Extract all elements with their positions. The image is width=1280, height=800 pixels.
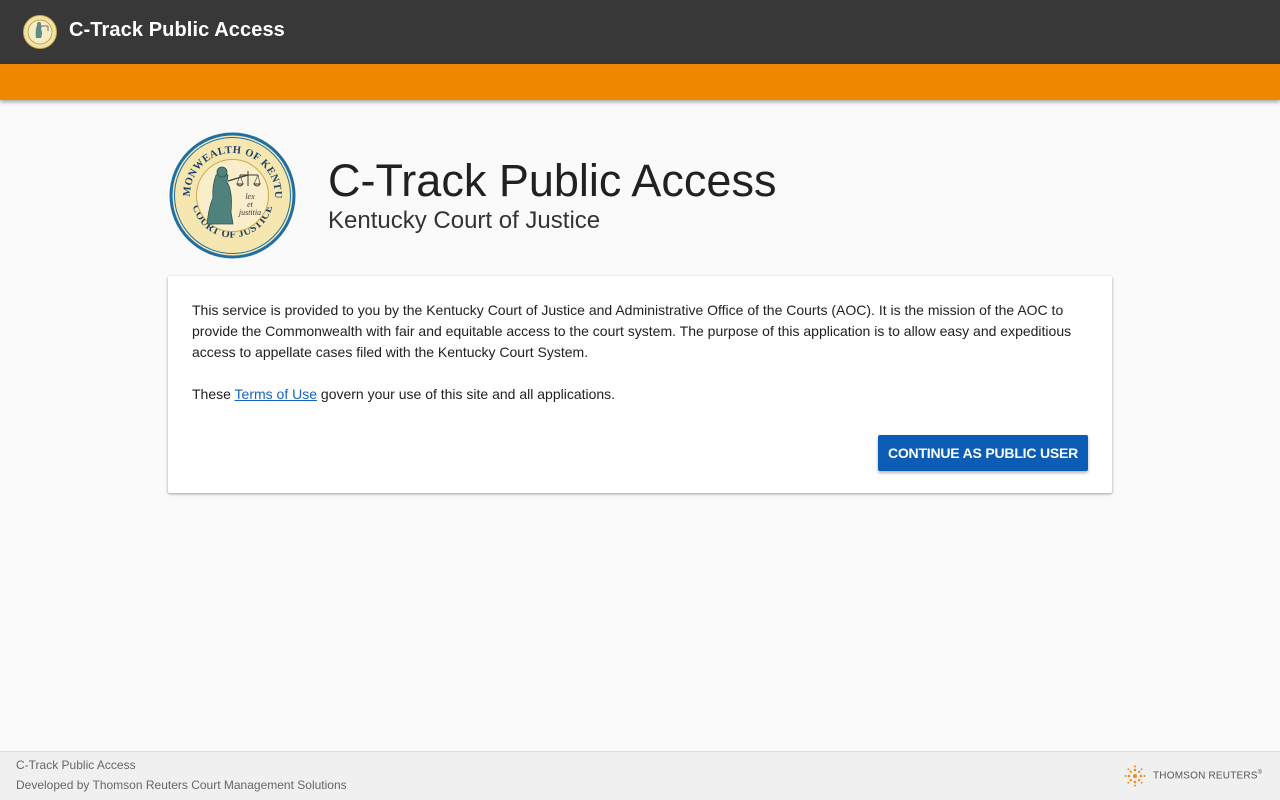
top-app-bar: C-Track Public Access: [0, 0, 1280, 64]
app-title: C-Track Public Access: [69, 19, 285, 41]
terms-prefix: These: [192, 386, 235, 402]
page-subtitle: Kentucky Court of Justice: [328, 207, 601, 234]
seal-motto-justitia: justitia: [238, 208, 261, 217]
service-description: This service is provided to you by the K…: [192, 302, 1072, 360]
terms-notice: These Terms of Use govern your use of th…: [192, 384, 615, 405]
continue-as-public-user-button[interactable]: CONTINUE AS PUBLIC USER: [878, 435, 1088, 471]
footer: C-Track Public Access Developed by Thoms…: [0, 751, 1280, 800]
footer-developer: Developed by Thomson Reuters Court Manag…: [16, 778, 347, 792]
page-title: C-Track Public Access: [328, 155, 777, 206]
kentucky-seal-icon[interactable]: [23, 15, 57, 49]
vendor-name: THOMSON REUTERS®: [1153, 770, 1263, 782]
footer-app-name: C-Track Public Access: [16, 758, 136, 772]
accent-bar: [0, 64, 1280, 100]
vendor-registered-mark: ®: [1257, 770, 1263, 777]
thomson-reuters-logo: THOMSON REUTERS®: [1124, 765, 1262, 787]
terms-of-use-link[interactable]: Terms of Use: [235, 386, 317, 402]
hero-section: COMMONWEALTH OF KENTUCKY COURT OF JUSTIC…: [168, 131, 868, 261]
terms-suffix: govern your use of this site and all app…: [317, 386, 616, 402]
thomson-reuters-logo-icon: [1124, 765, 1146, 787]
welcome-card: This service is provided to you by the K…: [168, 276, 1112, 493]
kentucky-seal-icon: COMMONWEALTH OF KENTUCKY COURT OF JUSTIC…: [168, 131, 296, 259]
